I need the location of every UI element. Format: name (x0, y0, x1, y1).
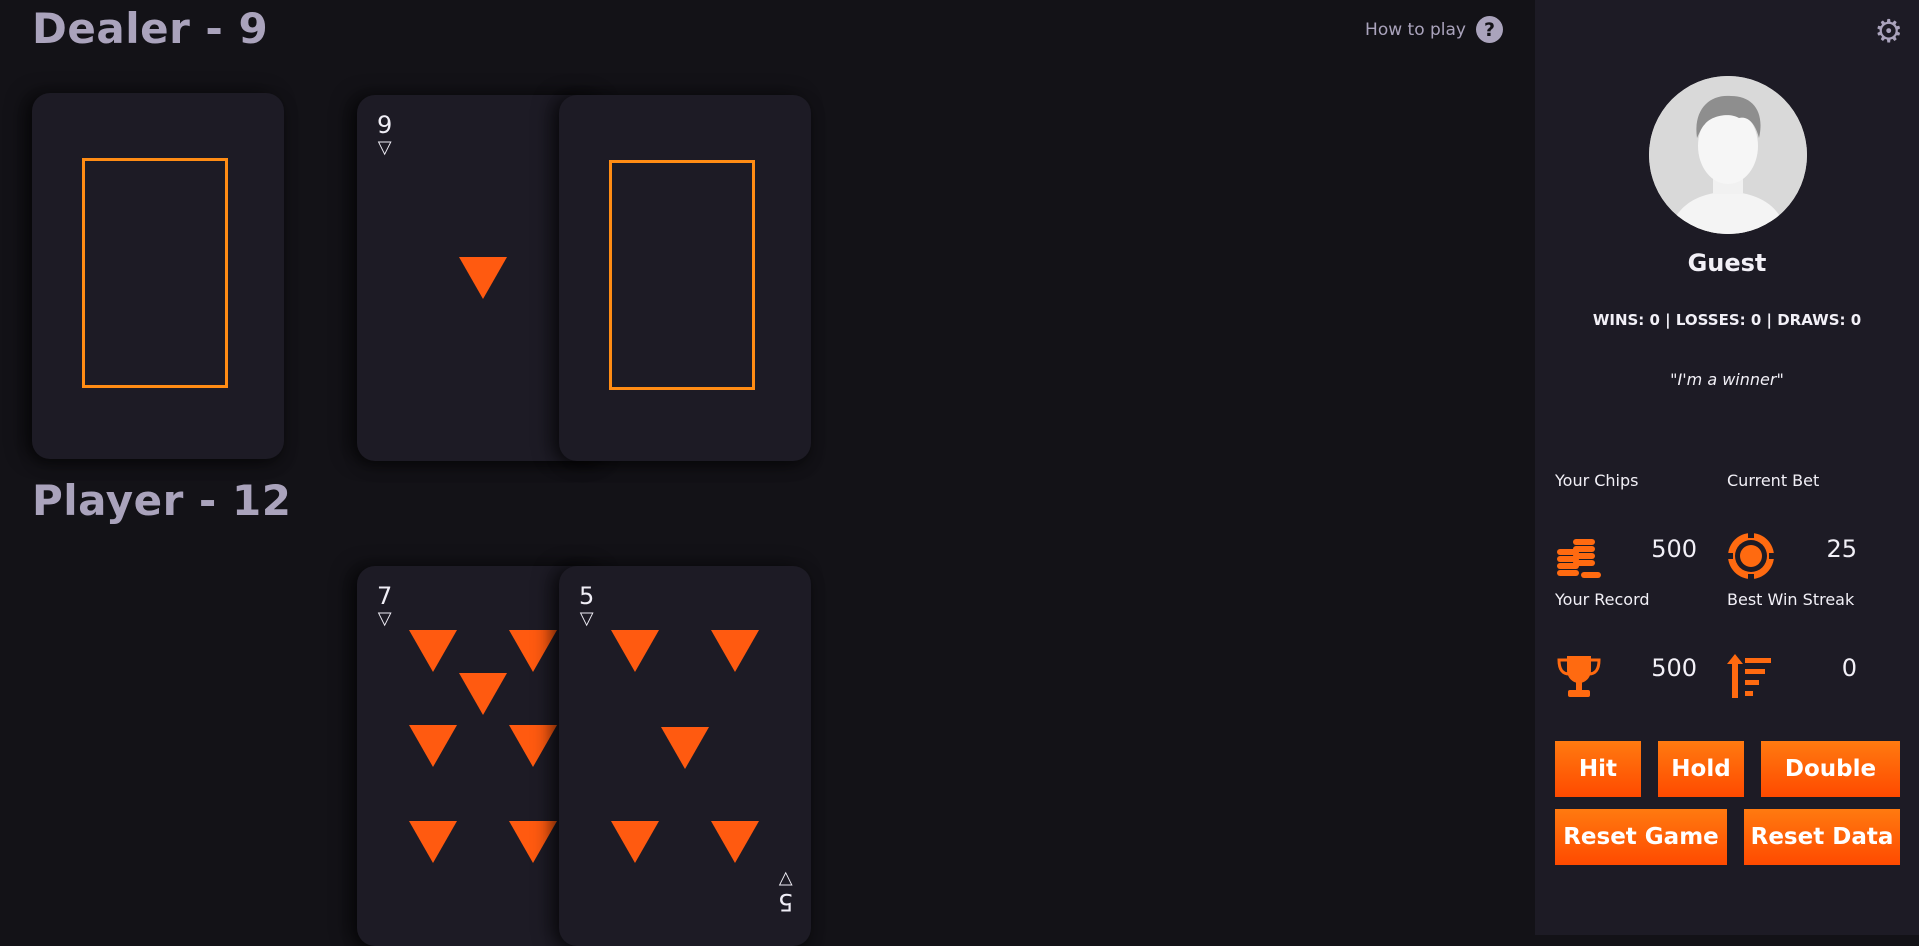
profile-quote: "I'm a winner" (1670, 370, 1784, 389)
reset-game-button[interactable]: Reset Game (1555, 809, 1727, 865)
suit-pip (611, 630, 659, 672)
suit-pip (409, 630, 457, 672)
gear-icon[interactable]: ⚙ (1874, 12, 1903, 50)
chips-value: 500 (1651, 535, 1697, 563)
profile-record: WINS: 0 | LOSSES: 0 | DRAWS: 0 (1592, 311, 1862, 329)
card-suit-icon: ▽ (377, 137, 392, 158)
card-suit-icon: ▽ (579, 608, 594, 629)
streak-label: Best Win Streak (1727, 590, 1855, 609)
record-label: Your Record (1555, 590, 1650, 609)
card-back-frame (609, 160, 755, 390)
dealer-card-3 (559, 95, 811, 461)
suit-pip (711, 821, 759, 863)
reset-data-button[interactable]: Reset Data (1744, 809, 1900, 865)
player-sidebar: ⚙ Guest WINS: 0 | LOSSES: 0 | DRAWS: 0 "… (1535, 0, 1919, 935)
suit-pip (611, 821, 659, 863)
card-rank: 7 (377, 582, 393, 610)
suit-pip (711, 630, 759, 672)
question-circle-icon: ? (1476, 16, 1503, 43)
profile-name: Guest (1687, 249, 1767, 277)
suit-pip (459, 257, 507, 299)
suit-pip (661, 727, 709, 769)
card-corner: 5 ▽ (579, 584, 594, 628)
card-suit-icon: ▽ (377, 608, 392, 629)
card-corner: 7 ▽ (377, 584, 392, 628)
how-to-play-link[interactable]: How to play ? (1365, 16, 1503, 43)
suit-pip (409, 725, 457, 767)
dealer-card-1 (32, 93, 284, 459)
suit-pip (459, 673, 507, 715)
player-card-2: 5 ▽ 5 ▽ (559, 566, 811, 946)
how-to-play-label: How to play (1365, 19, 1466, 40)
card-rank: 5 (579, 582, 595, 610)
hit-button[interactable]: Hit (1555, 741, 1641, 797)
hold-button[interactable]: Hold (1658, 741, 1744, 797)
suit-pip (509, 821, 557, 863)
suit-pip (409, 821, 457, 863)
suit-pip (509, 630, 557, 672)
coin-stack-icon (1557, 539, 1601, 578)
game-table: Dealer - 9 How to play ? 9 ▽ Player - 12… (0, 0, 1535, 946)
record-value: 500 (1651, 654, 1697, 682)
bet-value: 25 (1826, 535, 1857, 563)
chips-label: Your Chips (1555, 471, 1639, 490)
player-title: Player - 12 (32, 476, 292, 525)
card-rank: 9 (377, 111, 393, 139)
trophy-icon (1557, 656, 1601, 697)
avatar (1649, 76, 1807, 234)
suit-pip (509, 725, 557, 767)
card-rank: 5 (777, 888, 793, 916)
double-button[interactable]: Double (1761, 741, 1900, 797)
card-suit-icon: ▽ (778, 869, 793, 890)
streak-value: 0 (1841, 654, 1857, 682)
card-corner-bottom: 5 ▽ (777, 869, 793, 916)
card-back-frame (82, 158, 228, 388)
dealer-title: Dealer - 9 (32, 4, 269, 53)
card-corner: 9 ▽ (377, 113, 392, 157)
bet-label: Current Bet (1727, 471, 1820, 490)
